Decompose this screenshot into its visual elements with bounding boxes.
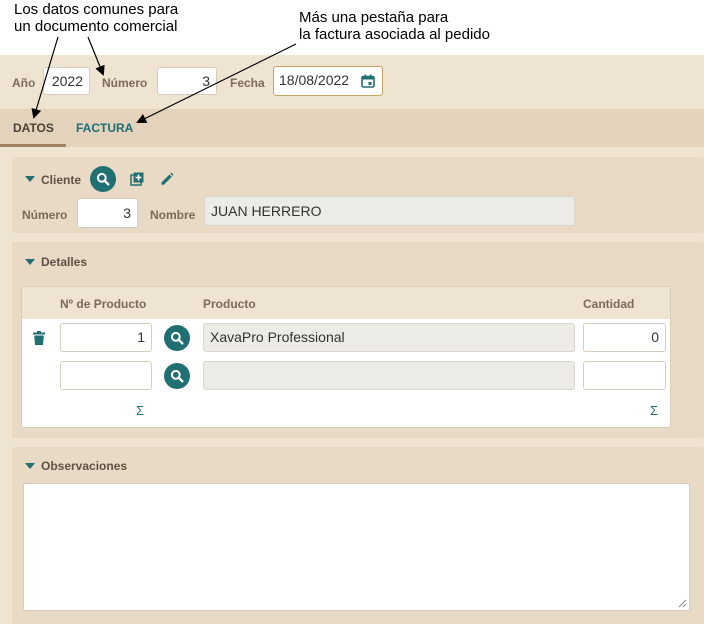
col-numero-producto: Nº de Producto: [60, 297, 147, 311]
calendar-icon[interactable]: [361, 74, 375, 88]
sum-cantidad-icon[interactable]: Σ: [650, 403, 658, 418]
active-tab-indicator: [0, 144, 66, 147]
cliente-nombre-field: JUAN HERRERO: [204, 196, 575, 226]
cliente-section: Cliente Número 3 Nombre JUAN HERRERO: [12, 157, 704, 233]
numero-input[interactable]: 3: [157, 67, 217, 95]
col-cantidad: Cantidad: [583, 297, 635, 311]
search-icon: [96, 172, 110, 186]
trash-icon[interactable]: [32, 330, 46, 346]
numero-label: Número: [102, 76, 148, 90]
tab-factura[interactable]: FACTURA: [76, 121, 133, 135]
cliente-title: Cliente: [41, 173, 82, 187]
tab-datos[interactable]: DATOS: [13, 121, 54, 135]
annotation-common-data-line2: un documento comercial: [14, 18, 178, 35]
annotation-common-data: Los datos comunes para un documento come…: [14, 1, 178, 35]
observaciones-collapse-icon[interactable]: [25, 463, 35, 469]
fecha-input[interactable]: 18/08/2022: [273, 66, 383, 96]
sum-numero-icon[interactable]: Σ: [136, 403, 144, 418]
row1-numero-input[interactable]: 1: [60, 323, 152, 352]
cliente-numero-input[interactable]: 3: [77, 198, 138, 228]
detalles-table: Nº de Producto Producto Cantidad 1 XavaP…: [21, 286, 671, 428]
col-producto: Producto: [203, 297, 256, 311]
row2-cantidad-input[interactable]: [583, 361, 666, 390]
row1-producto-field: XavaPro Professional: [203, 323, 575, 352]
cliente-search-button[interactable]: [90, 166, 116, 192]
row2-producto-field: [203, 361, 575, 390]
anio-label: Año: [12, 76, 36, 90]
detalles-collapse-icon[interactable]: [25, 259, 35, 265]
cliente-nombre-label: Nombre: [150, 208, 196, 222]
annotation-common-data-line1: Los datos comunes para: [14, 1, 179, 18]
annotation-invoice-tab-line2: la factura asociada al pedido: [299, 26, 490, 43]
row2-search-button[interactable]: [164, 363, 190, 389]
search-icon: [170, 331, 184, 345]
cliente-numero-label: Número: [22, 208, 68, 222]
row1-cantidad-input[interactable]: 0: [583, 323, 666, 352]
observaciones-textarea[interactable]: [23, 483, 690, 611]
detalles-title: Detalles: [41, 255, 88, 269]
edit-icon[interactable]: [158, 170, 176, 188]
tab-bar: DATOS FACTURA: [0, 109, 704, 147]
table-header: Nº de Producto Producto Cantidad: [22, 287, 670, 319]
fecha-label: Fecha: [230, 76, 265, 90]
annotation-invoice-tab: Más una pestaña para la factura asociada…: [299, 9, 490, 43]
add-icon[interactable]: [128, 170, 146, 188]
app-panel: Año 2022 Número 3 Fecha 18/08/2022 DATOS…: [0, 55, 704, 624]
anio-input[interactable]: 2022: [43, 67, 90, 95]
fecha-value: 18/08/2022: [279, 72, 350, 88]
annotation-invoice-tab-line1: Más una pestaña para: [299, 9, 449, 26]
resize-handle-icon[interactable]: [678, 599, 687, 608]
cliente-collapse-icon[interactable]: [25, 176, 35, 182]
row1-search-button[interactable]: [164, 325, 190, 351]
search-icon: [170, 369, 184, 383]
row2-numero-input[interactable]: [60, 361, 152, 390]
observaciones-title: Observaciones: [41, 459, 128, 473]
